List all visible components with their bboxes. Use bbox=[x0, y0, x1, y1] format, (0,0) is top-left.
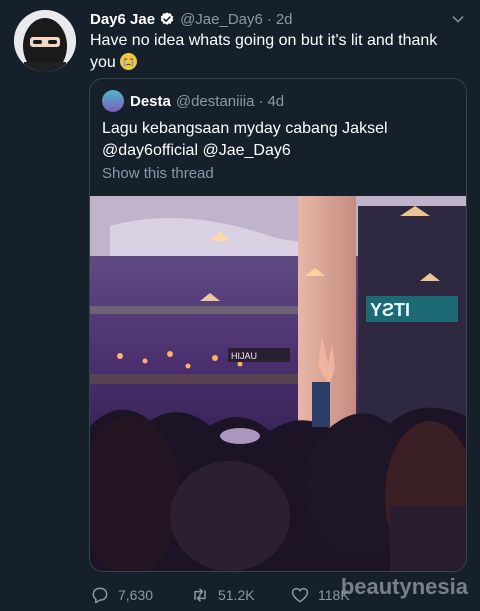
quoted-text-line-2: @day6official @Jae_Day6 bbox=[102, 142, 291, 159]
retweet-icon bbox=[194, 588, 206, 602]
chevron-down-icon[interactable] bbox=[450, 11, 466, 27]
watermark-logo: beautynesia bbox=[341, 574, 468, 600]
author-name[interactable]: Day6 Jae bbox=[90, 11, 155, 28]
reply-button[interactable]: 7,630 bbox=[90, 585, 190, 605]
reply-icon bbox=[92, 587, 108, 604]
retweet-count: 51.2K bbox=[218, 587, 255, 603]
author-avatar[interactable] bbox=[14, 10, 76, 72]
tweet-text: Have no idea whats going on but it's lit… bbox=[90, 30, 460, 74]
quoted-author-avatar bbox=[102, 90, 124, 112]
verified-badge-icon bbox=[160, 12, 174, 25]
quoted-media-video[interactable]: YƧTI HIJAU bbox=[90, 196, 466, 571]
quoted-tweet[interactable]: Desta @destaniiia · 4d Lagu kebangsaan m… bbox=[89, 78, 467, 572]
reply-count: 7,630 bbox=[118, 587, 154, 603]
crying-face-emoji bbox=[120, 53, 138, 70]
tweet-body: Have no idea whats going on but it's lit… bbox=[90, 32, 438, 71]
separator-dot: · bbox=[266, 10, 272, 28]
quoted-author-handle: @destaniiia bbox=[175, 92, 255, 110]
quoted-author-name: Desta bbox=[130, 92, 171, 110]
show-thread-link[interactable]: Show this thread bbox=[102, 165, 214, 182]
heart-icon bbox=[291, 587, 309, 603]
tweet-time[interactable]: 2d bbox=[276, 11, 293, 28]
separator-dot: · bbox=[258, 92, 264, 110]
tweet-header: Day6 Jae @Jae_Day6 · 2d bbox=[90, 8, 466, 30]
author-handle[interactable]: @Jae_Day6 bbox=[180, 11, 263, 28]
concert-crowd-image: YƧTI HIJAU bbox=[90, 196, 466, 571]
svg-text:YƧTI: YƧTI bbox=[370, 300, 410, 320]
quoted-text-line-1: Lagu kebangsaan myday cabang Jaksel bbox=[102, 120, 388, 137]
quoted-tweet-time: 4d bbox=[267, 92, 285, 110]
svg-text:HIJAU: HIJAU bbox=[231, 351, 257, 361]
quoted-tweet-header: Desta @destaniiia · 4d bbox=[102, 90, 285, 112]
retweet-button[interactable]: 51.2K bbox=[190, 585, 290, 605]
watermark-text: beautynesia bbox=[340, 574, 468, 599]
